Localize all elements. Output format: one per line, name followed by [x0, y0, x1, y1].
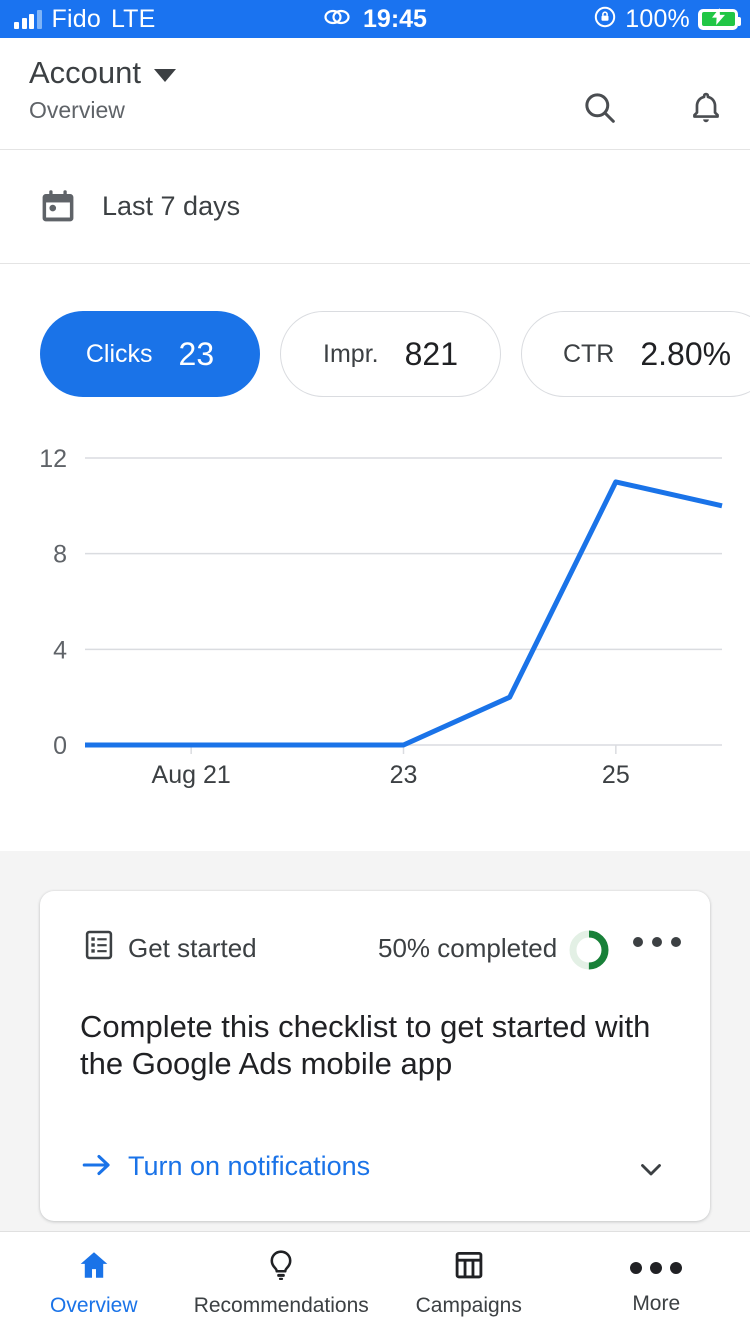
header-actions	[578, 86, 728, 130]
header-titles[interactable]: Account Overview	[29, 55, 177, 124]
x-axis-tick: 25	[602, 761, 630, 789]
y-axis-tick: 8	[53, 541, 67, 569]
metric-chip-value: 2.80%	[640, 335, 732, 372]
progress-label: 50% completed	[378, 933, 558, 963]
chart-canvas: 0 4 8 12 Aug 21 23 25	[39, 445, 723, 789]
checklist-icon	[82, 928, 116, 967]
app-screen: Fido LTE 19:45 100% Account Overview Las…	[0, 0, 750, 1334]
metric-chip-value: 821	[404, 335, 458, 372]
bell-icon[interactable]	[684, 86, 728, 130]
arrow-right-icon	[80, 1148, 114, 1187]
card-headline: Complete this checklist to get started w…	[80, 1009, 651, 1081]
chevron-down-icon[interactable]	[154, 68, 177, 82]
battery-charging-icon	[698, 8, 741, 30]
account-selector[interactable]: Account	[29, 55, 177, 90]
card-header: Get started 50% completed	[40, 891, 710, 1009]
x-axis-tick: Aug 21	[152, 761, 231, 789]
metric-chip-clicks[interactable]: Clicks 23	[40, 311, 260, 397]
metric-chip-impressions[interactable]: Impr. 821	[280, 311, 501, 397]
link-icon	[323, 7, 351, 32]
home-icon	[76, 1248, 112, 1287]
card-title: Get started	[128, 933, 257, 963]
more-horizontal-icon[interactable]	[633, 937, 681, 947]
y-axis-tick: 0	[53, 732, 67, 760]
table-icon	[451, 1248, 487, 1287]
metric-chip-key: CTR	[562, 339, 615, 368]
get-started-card[interactable]: Get started 50% completed Complete this …	[40, 891, 710, 1221]
date-range-label: Last 7 days	[102, 191, 241, 221]
nav-item-label: Overview	[49, 1294, 138, 1317]
nav-item-overview[interactable]: Overview	[0, 1248, 188, 1318]
page-subtitle: Overview	[29, 97, 125, 124]
metric-chip-key: Impr.	[323, 339, 379, 368]
lightbulb-icon	[263, 1248, 299, 1287]
nav-item-recommendations[interactable]: Recommendations	[188, 1248, 376, 1318]
nav-item-label: Recommendations	[193, 1294, 369, 1317]
rotation-lock-icon	[593, 5, 617, 34]
metric-chip-value: 23	[178, 335, 215, 372]
nav-item-label: More	[632, 1291, 681, 1315]
clicks-line-chart[interactable]: 0 4 8 12 Aug 21 23 25	[0, 430, 750, 790]
nav-item-label: Campaigns	[415, 1294, 522, 1317]
chart-series-line	[85, 479, 723, 748]
chevron-down-icon[interactable]	[634, 1152, 668, 1191]
date-range-selector[interactable]: Last 7 days	[0, 150, 750, 264]
y-axis-tick: 4	[53, 636, 67, 664]
progress-ring	[568, 929, 610, 976]
y-axis-tick: 12	[39, 445, 67, 473]
metric-chip-key: Clicks	[85, 339, 153, 368]
card-cta-row[interactable]: Turn on notifications	[40, 1136, 710, 1221]
nav-item-more[interactable]: More	[563, 1251, 750, 1316]
app-header: Account Overview	[0, 38, 750, 150]
status-bar: Fido LTE 19:45 100%	[0, 0, 750, 38]
nav-item-campaigns[interactable]: Campaigns	[375, 1248, 563, 1318]
card-body: Complete this checklist to get started w…	[40, 1009, 710, 1082]
metric-chip-ctr[interactable]: CTR 2.80%	[521, 311, 750, 397]
bottom-navigation: Overview Recommendations Campaigns More	[0, 1231, 750, 1334]
more-horizontal-icon	[630, 1251, 683, 1285]
clock-label: 19:45	[363, 4, 427, 33]
metric-chips: Clicks 23 Impr. 821 CTR 2.80%	[0, 311, 750, 397]
calendar-icon	[36, 185, 80, 229]
battery-percent-label: 100%	[625, 4, 690, 33]
x-axis-tick: 23	[390, 761, 418, 789]
page-title: Account	[29, 55, 142, 90]
status-bar-right: 100%	[593, 4, 741, 34]
search-icon[interactable]	[578, 86, 622, 130]
cta-label[interactable]: Turn on notifications	[128, 1151, 370, 1182]
